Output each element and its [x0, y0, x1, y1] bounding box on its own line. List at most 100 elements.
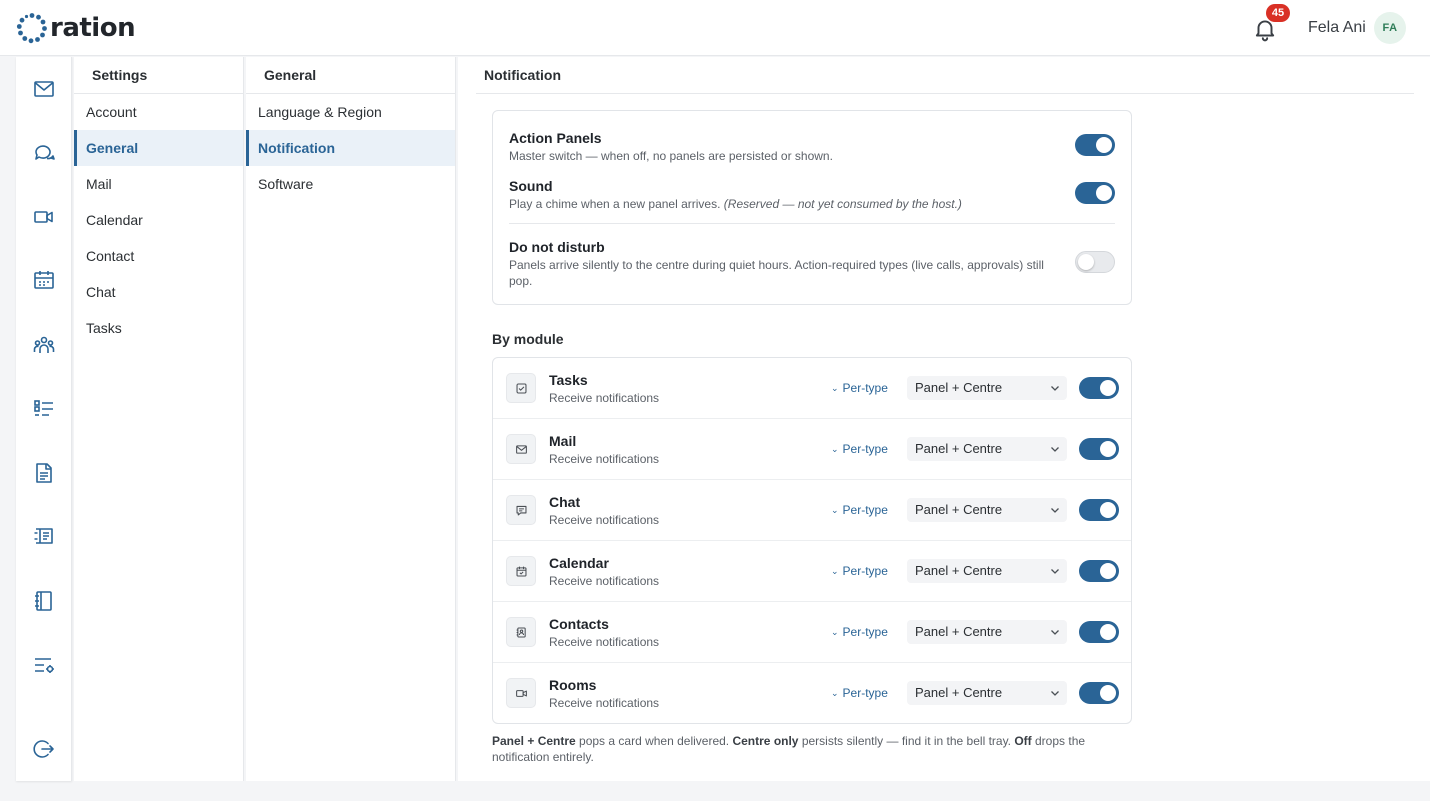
module-row-tasks: Tasks Receive notifications ⌄ Per-type Pa…: [493, 358, 1131, 419]
chevron-down-icon: [1051, 630, 1059, 635]
module-subtitle: Receive notifications: [549, 635, 660, 649]
module-toggle[interactable]: [1079, 499, 1119, 521]
logout-icon[interactable]: [32, 737, 56, 761]
page-title: Notification: [484, 67, 561, 83]
tasks-icon[interactable]: [32, 397, 56, 421]
delivery-mode-value: Panel + Centre: [915, 502, 1003, 517]
module-subtitle: Receive notifications: [549, 391, 660, 405]
action-panels-title: Action Panels: [509, 130, 602, 146]
book-icon[interactable]: [32, 524, 56, 548]
general-nav-language-region[interactable]: Language & Region: [246, 94, 455, 130]
divider: [509, 223, 1115, 224]
calendar-icon: [506, 556, 536, 586]
sound-reserved-note: (Reserved — not yet consumed by the host…: [723, 197, 962, 211]
action-panels-desc: Master switch — when off, no panels are …: [509, 149, 833, 163]
delivery-mode-select[interactable]: Panel + Centre: [907, 559, 1067, 583]
chevron-down-icon: ⌄: [831, 383, 839, 393]
settings-nav-tasks[interactable]: Tasks: [74, 310, 243, 346]
chevron-down-icon: [1051, 569, 1059, 574]
action-panels-setting: Action Panels Master switch — when off, …: [509, 129, 1115, 164]
sound-title: Sound: [509, 178, 553, 194]
settings-nav-general[interactable]: General: [74, 130, 243, 166]
dnd-setting: Do not disturb Panels arrive silently to…: [509, 238, 1115, 289]
module-toggle[interactable]: [1079, 621, 1119, 643]
module-subtitle: Receive notifications: [549, 696, 660, 710]
settings-nav-contact[interactable]: Contact: [74, 238, 243, 274]
chevron-down-icon: ⌄: [831, 444, 839, 454]
delivery-mode-select[interactable]: Panel + Centre: [907, 376, 1067, 400]
per-type-label: Per-type: [842, 564, 888, 578]
delivery-mode-select[interactable]: Panel + Centre: [907, 681, 1067, 705]
notebook-icon[interactable]: [32, 589, 56, 613]
delivery-mode-select[interactable]: Panel + Centre: [907, 498, 1067, 522]
delivery-mode-select[interactable]: Panel + Centre: [907, 437, 1067, 461]
module-toggle[interactable]: [1079, 560, 1119, 582]
sound-setting: Sound Play a chime when a new panel arri…: [509, 177, 1115, 212]
module-toggle[interactable]: [1079, 377, 1119, 399]
settings-nav-account[interactable]: Account: [74, 94, 243, 130]
per-type-toggle[interactable]: ⌄ Per-type: [831, 563, 888, 580]
module-name: Contacts: [549, 616, 609, 632]
general-nav-notification[interactable]: Notification: [246, 130, 455, 166]
task-check-icon: [506, 373, 536, 403]
per-type-toggle[interactable]: ⌄ Per-type: [831, 685, 888, 702]
video-icon[interactable]: [32, 205, 56, 229]
chevron-down-icon: [1051, 447, 1059, 452]
module-toggle[interactable]: [1079, 682, 1119, 704]
calendar-icon[interactable]: [32, 268, 56, 292]
module-subtitle: Receive notifications: [549, 574, 660, 588]
module-name: Mail: [549, 433, 577, 449]
general-nav: General Language & Region Notification S…: [246, 57, 456, 781]
settings-list-icon[interactable]: [32, 653, 56, 677]
notification-settings-panel: Notification Action Panels Master switch…: [458, 57, 1430, 781]
avatar[interactable]: FA: [1374, 12, 1406, 44]
general-nav-software[interactable]: Software: [246, 166, 455, 202]
per-type-label: Per-type: [842, 686, 888, 700]
footnote-text: pops a card when delivered.: [575, 734, 733, 748]
per-type-toggle[interactable]: ⌄ Per-type: [831, 624, 888, 641]
dnd-desc: Panels arrive silently to the centre dur…: [509, 258, 1044, 288]
module-name: Chat: [549, 494, 581, 510]
sound-desc: Play a chime when a new panel arrives. (…: [509, 196, 1069, 212]
per-type-label: Per-type: [842, 625, 888, 639]
footnote-term: Off: [1014, 734, 1032, 748]
delivery-mode-select[interactable]: Panel + Centre: [907, 620, 1067, 644]
per-type-toggle[interactable]: ⌄ Per-type: [831, 380, 888, 397]
divider: [476, 93, 1414, 94]
document-icon[interactable]: [32, 461, 56, 485]
app-logo[interactable]: ration: [16, 11, 136, 45]
sound-desc-text: Play a chime when a new panel arrives.: [509, 197, 721, 211]
per-type-label: Per-type: [842, 503, 888, 517]
module-row-contacts: Contacts Receive notifications ⌄ Per-type…: [493, 602, 1131, 663]
module-toggle[interactable]: [1079, 438, 1119, 460]
chevron-down-icon: ⌄: [831, 505, 839, 515]
chat-icon[interactable]: [32, 141, 56, 165]
delivery-mode-footnote: Panel + Centre pops a card when delivere…: [492, 733, 1132, 765]
module-subtitle: Receive notifications: [549, 452, 660, 466]
general-nav-title: General: [264, 67, 317, 83]
logo-icon: [16, 13, 47, 44]
module-row-mail: Mail Receive notifications ⌄ Per-type Pan…: [493, 419, 1131, 480]
settings-nav: Settings Account General Mail Calendar C…: [74, 57, 244, 781]
settings-nav-chat[interactable]: Chat: [74, 274, 243, 310]
user-name[interactable]: Fela Ani: [1308, 18, 1366, 38]
per-type-toggle[interactable]: ⌄ Per-type: [831, 441, 888, 458]
delivery-mode-value: Panel + Centre: [915, 685, 1003, 700]
per-type-toggle[interactable]: ⌄ Per-type: [831, 502, 888, 519]
contacts-icon: [506, 617, 536, 647]
chevron-down-icon: [1051, 691, 1059, 696]
footnote-term: Centre only: [732, 734, 799, 748]
settings-nav-mail[interactable]: Mail: [74, 166, 243, 202]
contacts-icon[interactable]: [32, 333, 56, 357]
settings-nav-calendar[interactable]: Calendar: [74, 202, 243, 238]
chevron-down-icon: [1051, 508, 1059, 513]
delivery-mode-value: Panel + Centre: [915, 563, 1003, 578]
mail-icon[interactable]: [32, 77, 56, 101]
chevron-down-icon: ⌄: [831, 688, 839, 698]
sound-toggle[interactable]: [1075, 182, 1115, 204]
dnd-toggle[interactable]: [1075, 251, 1115, 273]
module-list-card: Tasks Receive notifications ⌄ Per-type Pa…: [492, 357, 1132, 724]
top-bar: ration 45 Fela Ani FA: [0, 0, 1430, 56]
per-type-label: Per-type: [842, 381, 888, 395]
action-panels-toggle[interactable]: [1075, 134, 1115, 156]
